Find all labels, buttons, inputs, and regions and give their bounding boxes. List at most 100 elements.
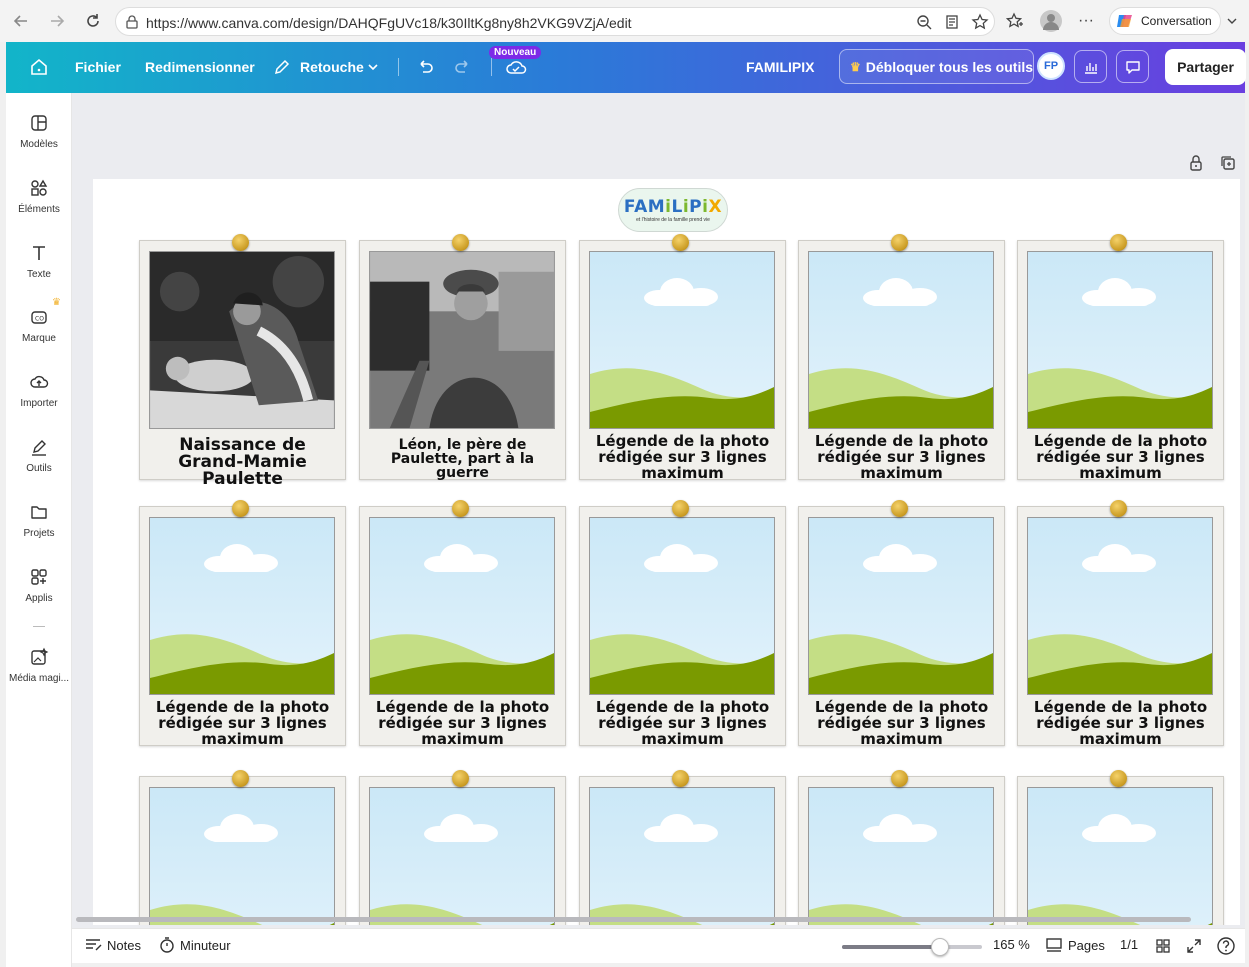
photo-caption[interactable]: Légende de la photo rédigée sur 3 lignes… bbox=[580, 433, 785, 482]
photo-card[interactable]: Légende de la photo rédigée sur 3 lignes… bbox=[798, 234, 1005, 482]
photo-caption[interactable]: Légende de la photo rédigée sur 3 lignes… bbox=[360, 699, 565, 748]
address-bar[interactable]: https://www.canva.com/design/DAHQFgUVc18… bbox=[115, 7, 995, 36]
photo-baby[interactable] bbox=[149, 251, 335, 429]
photo-card[interactable] bbox=[798, 770, 1005, 925]
zoom-level[interactable]: 165 % bbox=[993, 937, 1030, 952]
pushpin-icon bbox=[1110, 500, 1127, 517]
redo-icon[interactable] bbox=[451, 55, 475, 79]
photo-caption[interactable]: Légende de la photo rédigée sur 3 lignes… bbox=[140, 699, 345, 748]
photo-caption[interactable]: Légende de la photo rédigée sur 3 lignes… bbox=[1018, 433, 1223, 482]
sidebar-item-text[interactable]: Texte bbox=[6, 243, 72, 299]
photo-caption[interactable]: Légende de la photo rédigée sur 3 lignes… bbox=[580, 699, 785, 748]
magic-media-icon bbox=[31, 647, 49, 665]
sidebar-item-magic-media[interactable]: Média magi... bbox=[6, 647, 72, 703]
chevron-down-icon[interactable] bbox=[361, 55, 385, 79]
reload-icon[interactable] bbox=[80, 8, 106, 34]
page-count[interactable]: 1/1 bbox=[1120, 937, 1138, 952]
photo-caption[interactable]: Léon, le père de Paulette, part à la gue… bbox=[360, 438, 565, 480]
pushpin-icon bbox=[452, 500, 469, 517]
photo-caption[interactable]: Naissance de Grand-Mamie Paulette bbox=[140, 437, 345, 488]
photo-card[interactable] bbox=[359, 770, 566, 925]
photo-caption[interactable]: Légende de la photo rédigée sur 3 lignes… bbox=[799, 699, 1004, 748]
profile-avatar[interactable] bbox=[1040, 10, 1062, 32]
photo-card[interactable]: Naissance de Grand-Mamie Paulette bbox=[139, 234, 346, 488]
zoom-slider-handle[interactable] bbox=[931, 938, 949, 956]
photo-card[interactable]: Légende de la photo rédigée sur 3 lignes… bbox=[359, 500, 566, 748]
copilot-conversation-button[interactable]: Conversation bbox=[1109, 7, 1221, 35]
photo-placeholder[interactable] bbox=[808, 787, 994, 925]
zoom-page-icon[interactable] bbox=[916, 14, 932, 30]
photo-card[interactable]: Léon, le père de Paulette, part à la gue… bbox=[359, 234, 566, 480]
photo-placeholder[interactable] bbox=[1027, 251, 1213, 429]
resize-button[interactable]: Redimensionner bbox=[145, 59, 255, 75]
photo-placeholder[interactable] bbox=[808, 517, 994, 695]
zoom-slider[interactable] bbox=[842, 945, 982, 949]
sidebar-item-templates[interactable]: Modèles bbox=[6, 113, 72, 169]
bottom-toolbar: Notes Minuteur 165 % Pages 1/1 bbox=[72, 928, 1245, 963]
insights-icon[interactable] bbox=[1074, 50, 1107, 83]
photo-placeholder[interactable] bbox=[589, 517, 775, 695]
retouch-menu[interactable]: Retouche bbox=[300, 59, 364, 75]
undo-icon[interactable] bbox=[413, 55, 437, 79]
home-icon[interactable] bbox=[27, 55, 51, 79]
design-page[interactable]: FAMiLiPiX et l'histoire de la famille pr… bbox=[93, 179, 1240, 925]
sidebar-item-brand[interactable]: ♛ CO Marque bbox=[6, 297, 72, 363]
horizontal-scrollbar[interactable] bbox=[76, 917, 1191, 922]
photo-card[interactable]: Légende de la photo rédigée sur 3 lignes… bbox=[1017, 500, 1224, 748]
photo-placeholder[interactable] bbox=[808, 251, 994, 429]
photo-card[interactable]: Légende de la photo rédigée sur 3 lignes… bbox=[579, 234, 786, 482]
photo-card[interactable]: Légende de la photo rédigée sur 3 lignes… bbox=[1017, 234, 1224, 482]
comments-icon[interactable] bbox=[1116, 50, 1149, 83]
unlock-label: Débloquer tous les outils bbox=[865, 58, 1034, 75]
reader-mode-icon[interactable] bbox=[944, 14, 960, 30]
sidebar-item-tools[interactable]: Outils bbox=[6, 437, 72, 493]
notes-button[interactable]: Notes bbox=[84, 937, 141, 953]
photo-placeholder[interactable] bbox=[589, 251, 775, 429]
photo-soldier[interactable] bbox=[369, 251, 555, 429]
unlock-pro-button[interactable]: ♛ Débloquer tous les outils bbox=[839, 49, 1034, 84]
favorites-icon[interactable] bbox=[1006, 12, 1024, 30]
photo-card[interactable]: Légende de la photo rédigée sur 3 lignes… bbox=[139, 500, 346, 748]
photo-card[interactable] bbox=[1017, 770, 1224, 925]
grid-view-icon[interactable] bbox=[1155, 938, 1171, 954]
photo-caption[interactable]: Légende de la photo rédigée sur 3 lignes… bbox=[1018, 699, 1223, 748]
photo-placeholder[interactable] bbox=[369, 517, 555, 695]
landscape-hills-icon bbox=[809, 634, 993, 694]
timer-button[interactable]: Minuteur bbox=[159, 937, 231, 953]
photo-placeholder[interactable] bbox=[1027, 787, 1213, 925]
photo-placeholder[interactable] bbox=[369, 787, 555, 925]
team-avatar[interactable]: FP bbox=[1037, 52, 1065, 80]
photo-placeholder[interactable] bbox=[149, 517, 335, 695]
chevron-down-icon[interactable] bbox=[1226, 15, 1238, 27]
pushpin-icon bbox=[452, 234, 469, 251]
sidebar-item-label: Média magi... bbox=[8, 673, 70, 684]
cloud-saved-icon[interactable] bbox=[504, 55, 528, 79]
photo-card[interactable] bbox=[579, 770, 786, 925]
sidebar-item-upload[interactable]: Importer bbox=[6, 372, 72, 428]
fullscreen-icon[interactable] bbox=[1186, 938, 1202, 954]
photo-card[interactable]: Légende de la photo rédigée sur 3 lignes… bbox=[798, 500, 1005, 748]
more-options-icon[interactable]: ··· bbox=[1078, 12, 1094, 30]
photo-card[interactable] bbox=[139, 770, 346, 925]
folder-icon bbox=[31, 506, 47, 519]
lock-icon[interactable] bbox=[1188, 154, 1204, 172]
sidebar-item-apps[interactable]: Applis bbox=[6, 567, 72, 623]
design-title[interactable]: FAMILIPIX bbox=[746, 59, 814, 75]
photo-placeholder[interactable] bbox=[149, 787, 335, 925]
photo-placeholder[interactable] bbox=[1027, 517, 1213, 695]
photo-placeholder[interactable] bbox=[589, 787, 775, 925]
pages-button[interactable]: Pages bbox=[1045, 937, 1105, 953]
sidebar-item-projects[interactable]: Projets bbox=[6, 502, 72, 558]
share-button[interactable]: Partager bbox=[1165, 49, 1246, 85]
file-menu[interactable]: Fichier bbox=[75, 59, 121, 75]
site-info-icon[interactable] bbox=[125, 15, 139, 29]
duplicate-page-icon[interactable] bbox=[1219, 154, 1237, 172]
favorite-star-icon[interactable] bbox=[971, 13, 989, 31]
sidebar-item-elements[interactable]: Éléments bbox=[6, 178, 72, 234]
pushpin-icon bbox=[891, 234, 908, 251]
help-icon[interactable] bbox=[1216, 936, 1236, 956]
back-icon[interactable] bbox=[8, 8, 34, 34]
forward-icon[interactable] bbox=[44, 8, 70, 34]
photo-card[interactable]: Légende de la photo rédigée sur 3 lignes… bbox=[579, 500, 786, 748]
photo-caption[interactable]: Légende de la photo rédigée sur 3 lignes… bbox=[799, 433, 1004, 482]
